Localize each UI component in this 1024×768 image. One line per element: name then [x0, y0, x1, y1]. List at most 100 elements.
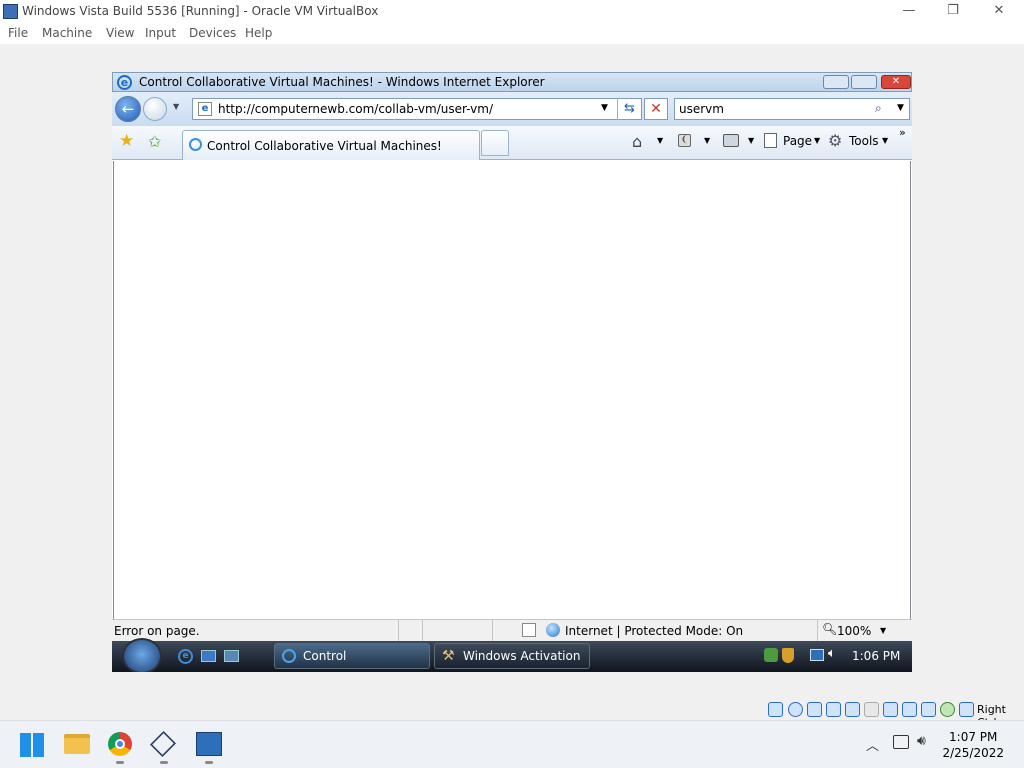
add-favorites-icon[interactable]: ✩ [148, 132, 161, 151]
page-menu-icon[interactable] [764, 133, 777, 148]
address-bar[interactable]: e http://computernewb.com/collab-vm/user… [192, 98, 642, 120]
back-button[interactable]: ← [115, 96, 141, 122]
status-divider [492, 620, 493, 641]
tools-dropdown[interactable]: ▼ [882, 136, 888, 145]
address-dropdown[interactable]: ▼ [601, 103, 608, 113]
page-icon: e [198, 102, 212, 116]
search-input[interactable]: uservm [679, 102, 724, 116]
taskbar-item-activation[interactable]: ⚒ Windows Activation [434, 643, 590, 669]
host-time: 1:07 PM [949, 730, 998, 744]
search-box[interactable]: uservm ⌕ ▼ [674, 98, 910, 120]
page-menu-button[interactable]: Page [783, 134, 812, 148]
vm-display[interactable]: e Control Collaborative Virtual Machines… [112, 72, 912, 672]
host-clock[interactable]: 1:07 PM 2/25/2022 [942, 729, 1004, 761]
virtualbox-app-icon [3, 4, 18, 19]
forward-button[interactable] [143, 97, 167, 121]
zoom-icon[interactable]: 🔍︎ [822, 622, 837, 636]
chevron-up-icon[interactable]: ︿ [866, 735, 879, 754]
printer-icon[interactable] [723, 134, 739, 147]
security-zone[interactable]: Internet | Protected Mode: On [565, 624, 743, 638]
home-dropdown[interactable]: ▼ [657, 136, 663, 145]
hard-disk-icon[interactable] [768, 702, 783, 717]
stop-button[interactable]: ✕ [644, 98, 668, 120]
ie-window-title: Control Collaborative Virtual Machines! … [139, 75, 545, 89]
zoom-dropdown[interactable]: ▼ [880, 626, 886, 635]
menu-file[interactable]: File [8, 26, 28, 40]
status-divider [422, 620, 423, 641]
tab-current[interactable]: Control Collaborative Virtual Machines! [182, 130, 480, 160]
zoom-level[interactable]: 100% [837, 624, 871, 638]
tray-monitor-icon[interactable] [810, 649, 824, 661]
globe-icon [546, 623, 560, 637]
ie-titlebar: e Control Collaborative Virtual Machines… [112, 72, 912, 92]
virtualbox-window-title: Windows Vista Build 5536 [Running] - Ora… [22, 4, 379, 18]
address-url[interactable]: http://computernewb.com/collab-vm/user-v… [218, 102, 493, 116]
menu-machine[interactable]: Machine [42, 26, 92, 40]
page-content[interactable] [113, 161, 911, 619]
mouse-integration-icon[interactable] [959, 702, 974, 717]
tools-menu-button[interactable]: Tools [849, 134, 879, 148]
usb-icon[interactable] [845, 702, 860, 717]
popup-blocker-icon[interactable] [522, 623, 536, 637]
loading-icon [189, 138, 202, 151]
speaker-icon[interactable]: 🔊︎ [917, 733, 926, 749]
recent-pages-dropdown[interactable]: ▼ [173, 102, 179, 111]
ie-close-button[interactable]: ✕ [881, 75, 911, 89]
search-icon[interactable]: ⌕ [875, 101, 882, 116]
shared-folders-icon[interactable] [864, 702, 879, 717]
menu-devices[interactable]: Devices [189, 26, 236, 40]
optical-drive-icon[interactable] [788, 702, 803, 717]
start-button[interactable] [122, 638, 162, 672]
rss-icon[interactable]: ❨ [678, 134, 691, 147]
status-divider [817, 620, 818, 641]
feeds-dropdown[interactable]: ▼ [704, 136, 710, 145]
taskbar-item-ie[interactable]: Control Collaborativ... [274, 643, 430, 669]
running-indicator [205, 761, 213, 764]
menu-help[interactable]: Help [245, 26, 272, 40]
quicklaunch-ie-icon[interactable]: e [178, 649, 193, 664]
tray-volume-icon[interactable]: 🔈︎ [828, 646, 836, 661]
virtualbox-cube-icon[interactable] [149, 730, 177, 758]
menu-input[interactable]: Input [145, 26, 176, 40]
ie-minimize-button[interactable] [823, 75, 849, 89]
show-desktop-icon[interactable] [201, 650, 216, 662]
status-text[interactable]: Error on page. [114, 624, 200, 638]
network-tray-icon[interactable] [893, 735, 909, 749]
vista-taskbar: e Control Collaborativ... ⚒ Windows Acti… [112, 638, 912, 672]
print-dropdown[interactable]: ▼ [748, 136, 754, 145]
close-button[interactable]: ✕ [976, 0, 1022, 24]
running-indicator [160, 761, 168, 764]
minimize-button[interactable]: — [886, 0, 932, 24]
search-options-dropdown[interactable]: ▼ [897, 103, 904, 113]
vista-clock[interactable]: 1:06 PM [852, 649, 900, 663]
chrome-center [115, 739, 125, 749]
new-tab-button[interactable] [481, 130, 509, 156]
restore-button[interactable]: ❐ [930, 0, 976, 24]
display-icon[interactable] [883, 702, 898, 717]
network-icon[interactable] [826, 702, 841, 717]
taskbar-item-label: Windows Activation [463, 649, 581, 663]
video-capture-icon[interactable] [902, 702, 917, 717]
vm-window-icon[interactable] [196, 732, 222, 756]
home-icon[interactable]: ⌂ [632, 132, 642, 151]
switch-windows-icon[interactable] [224, 650, 239, 662]
ie-logo-icon: e [117, 75, 132, 90]
virtualization-icon[interactable] [921, 702, 936, 717]
windows-start-icon[interactable] [20, 733, 44, 757]
ie-navigation-bar: ← ▼ e http://computernewb.com/collab-vm/… [112, 92, 912, 126]
chrome-icon[interactable] [108, 732, 132, 756]
virtualbox-menubar: File Machine View Input Devices Help [0, 24, 1024, 44]
tray-security-shield-icon[interactable] [782, 648, 794, 663]
file-explorer-icon[interactable] [64, 734, 90, 754]
tray-network-icon[interactable] [764, 648, 778, 662]
ie-maximize-button[interactable] [851, 75, 877, 89]
guest-additions-icon[interactable] [940, 702, 955, 717]
status-divider [398, 620, 399, 641]
page-dropdown[interactable]: ▼ [814, 136, 820, 145]
gear-icon[interactable]: ⚙ [828, 131, 842, 150]
more-commands-chevron-icon[interactable]: » [899, 126, 906, 139]
refresh-button[interactable]: ⇆ [617, 98, 641, 120]
audio-icon[interactable] [807, 702, 822, 717]
menu-view[interactable]: View [106, 26, 134, 40]
favorites-star-icon[interactable]: ★ [119, 131, 134, 151]
